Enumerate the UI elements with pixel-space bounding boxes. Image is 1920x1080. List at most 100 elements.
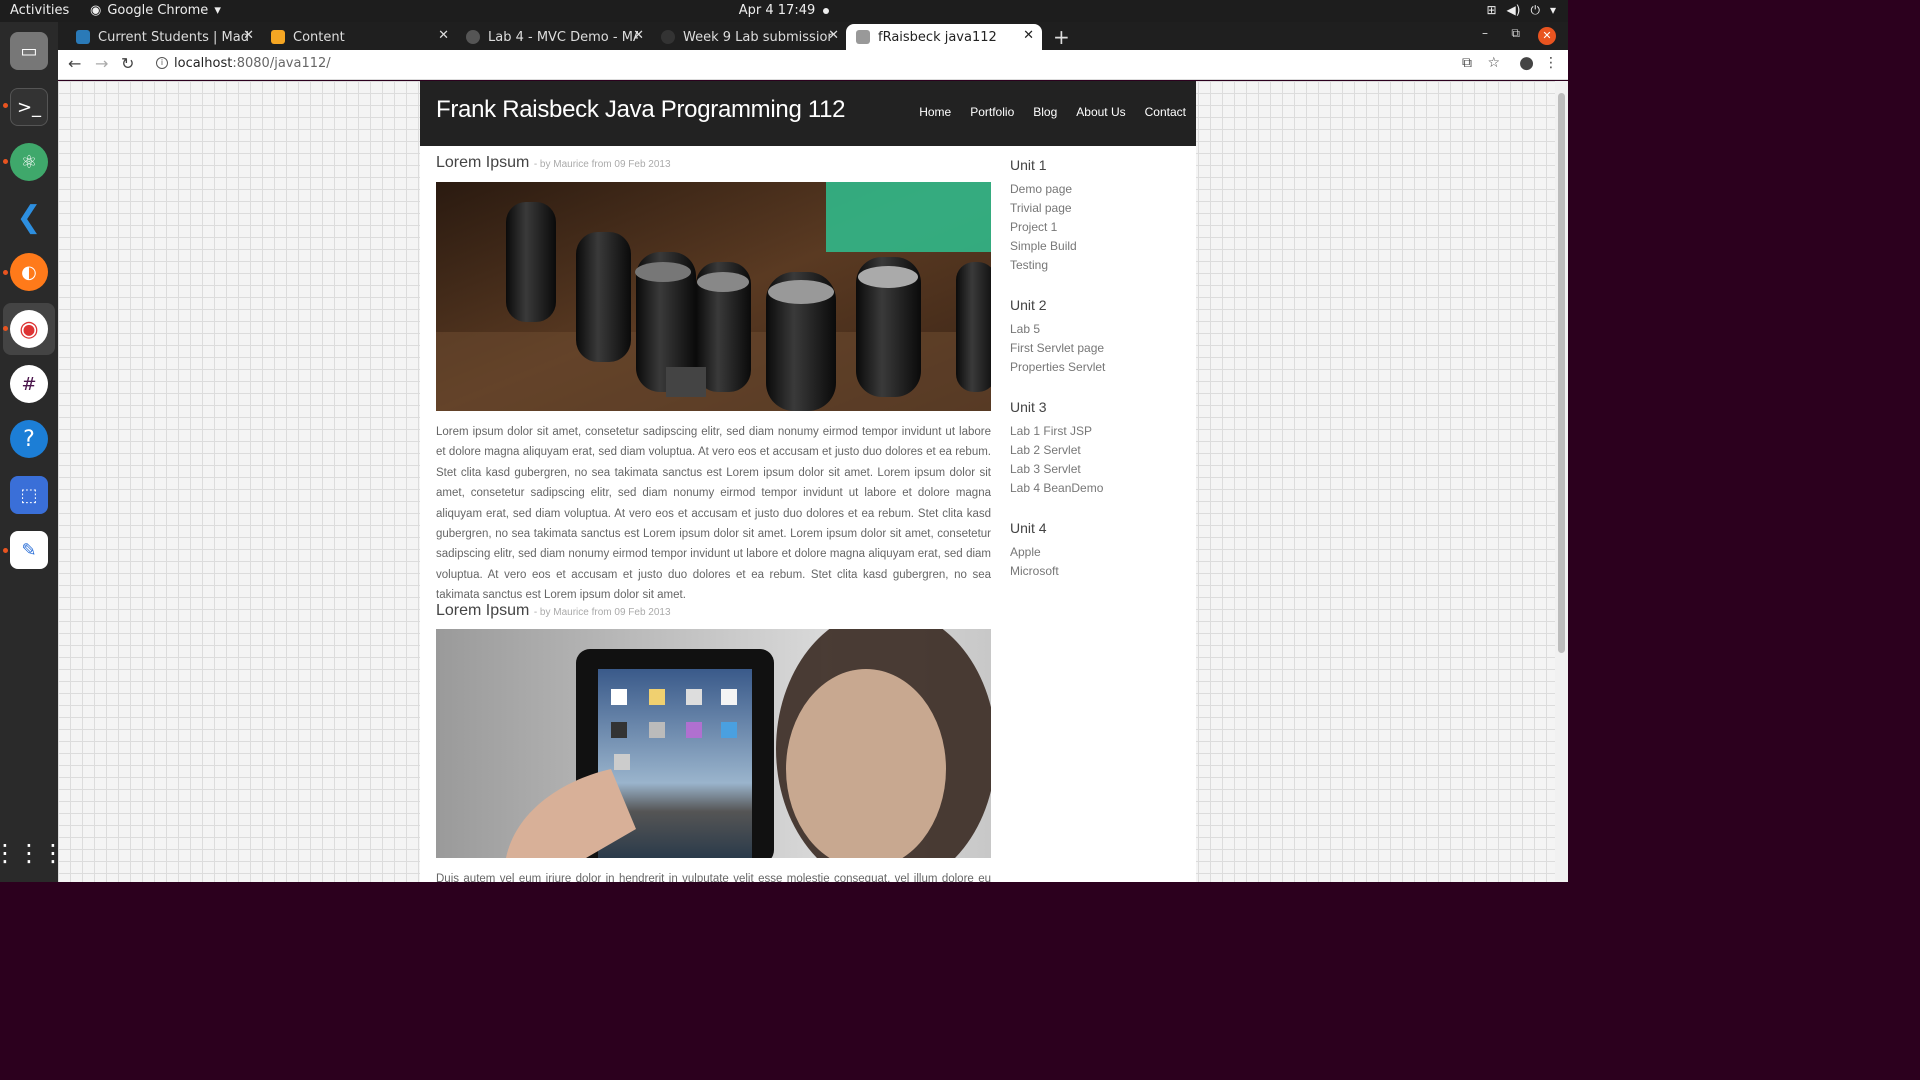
terminal-icon[interactable]: >_ xyxy=(10,88,48,126)
tab-favicon-icon xyxy=(271,30,285,44)
sidebar-link[interactable]: Lab 2 Servlet xyxy=(1010,443,1081,457)
post-title[interactable]: Lorem Ipsum - by Maurice from 09 Feb 201… xyxy=(436,154,671,172)
reload-button[interactable]: ↻ xyxy=(121,54,134,73)
nav-portfolio[interactable]: Portfolio xyxy=(970,105,1014,119)
menu-kebab-icon[interactable]: ⋮ xyxy=(1544,55,1558,71)
sidebar-heading: Unit 4 xyxy=(1010,520,1047,536)
sidebar-link[interactable]: Simple Build xyxy=(1010,239,1077,253)
circuit-board-image xyxy=(436,182,991,411)
tab-label: Lab 4 - MVC Demo - MATC xyxy=(488,29,638,45)
forward-button[interactable]: → xyxy=(95,54,108,73)
vscode-icon[interactable]: ❮ xyxy=(10,198,48,236)
tab-label: fRaisbeck java112 xyxy=(878,29,997,45)
sidebar-link[interactable]: Project 1 xyxy=(1010,220,1057,234)
tab-favicon-icon xyxy=(856,30,870,44)
close-icon[interactable]: ✕ xyxy=(1023,28,1034,43)
network-icon: ⊞ xyxy=(1486,3,1497,17)
tab-favicon-icon xyxy=(466,30,480,44)
tab-fraisbeck[interactable]: fRaisbeck java112 ✕ xyxy=(846,24,1042,50)
running-indicator xyxy=(3,103,8,108)
close-icon[interactable]: ✕ xyxy=(438,28,449,43)
nav-blog[interactable]: Blog xyxy=(1033,105,1057,119)
page-scrollbar[interactable] xyxy=(1555,81,1568,882)
close-icon[interactable]: ✕ xyxy=(633,28,644,43)
back-button[interactable]: ← xyxy=(68,54,81,73)
post-title-text: Lorem Ipsum xyxy=(436,154,530,171)
tab-content[interactable]: Content ✕ xyxy=(261,24,457,50)
tab-current-students[interactable]: Current Students | Madiso ✕ xyxy=(66,24,262,50)
tab-lab4[interactable]: Lab 4 - MVC Demo - MATC ✕ xyxy=(456,24,652,50)
help-icon[interactable]: ? xyxy=(10,420,48,458)
post-meta: - by Maurice from 09 Feb 2013 xyxy=(533,607,671,618)
tab-label: Current Students | Madiso xyxy=(98,29,248,45)
new-tab-button[interactable]: + xyxy=(1053,25,1070,49)
window-close-button[interactable]: ✕ xyxy=(1538,27,1556,45)
url-path: :8080/java112/ xyxy=(232,56,331,71)
chevron-down-icon: ▾ xyxy=(1549,3,1556,17)
running-indicator xyxy=(3,159,8,164)
sidebar-link[interactable]: Properties Servlet xyxy=(1010,360,1105,374)
tab-favicon-icon xyxy=(76,30,90,44)
power-icon: ⏻ xyxy=(1530,3,1540,17)
close-icon[interactable]: ✕ xyxy=(243,28,254,43)
scrollbar-thumb[interactable] xyxy=(1558,93,1565,653)
page-viewport: Frank Raisbeck Java Programming 112 Home… xyxy=(58,81,1555,882)
app-grid-icon[interactable]: ⋮⋮⋮ xyxy=(0,834,65,872)
sidebar-heading: Unit 1 xyxy=(1010,157,1047,173)
sidebar-link[interactable]: Lab 4 BeanDemo xyxy=(1010,481,1103,495)
text-editor-icon[interactable]: ✎ xyxy=(10,531,48,569)
nav-about-us[interactable]: About Us xyxy=(1076,105,1125,119)
system-top-bar: Activities ◉ Google Chrome ▾ Apr 4 17:49… xyxy=(0,0,1568,22)
minimize-button[interactable]: – xyxy=(1482,26,1488,40)
system-tray[interactable]: ⊞ ◀) ⏻ ▾ xyxy=(1486,3,1556,18)
nav-contact[interactable]: Contact xyxy=(1145,105,1186,119)
post-meta: - by Maurice from 09 Feb 2013 xyxy=(533,159,671,170)
slack-icon[interactable]: # xyxy=(10,365,48,403)
sidebar-link[interactable]: Apple xyxy=(1010,545,1041,559)
tab-favicon-icon xyxy=(661,30,675,44)
nav-home[interactable]: Home xyxy=(919,105,951,119)
restore-button[interactable]: ⧉ xyxy=(1511,26,1520,41)
bookmark-star-icon[interactable]: ☆ xyxy=(1487,55,1500,71)
tab-label: Content xyxy=(293,29,345,45)
info-icon[interactable]: i xyxy=(156,57,168,69)
sidebar-link[interactable]: Microsoft xyxy=(1010,564,1059,578)
volume-icon: ◀) xyxy=(1506,3,1521,17)
profile-avatar-icon[interactable]: ● xyxy=(1519,53,1534,73)
atom-icon[interactable]: ⚛ xyxy=(10,143,48,181)
sidebar-link[interactable]: Lab 5 xyxy=(1010,322,1040,336)
clock-label: Apr 4 17:49 xyxy=(738,3,816,18)
running-indicator xyxy=(3,548,8,553)
post-image-tablet xyxy=(436,629,991,858)
site-container: Frank Raisbeck Java Programming 112 Home… xyxy=(420,81,1196,882)
chrome-icon[interactable]: ◉ xyxy=(10,310,48,348)
sidebar-heading: Unit 2 xyxy=(1010,297,1047,313)
post-title[interactable]: Lorem Ipsum - by Maurice from 09 Feb 201… xyxy=(436,602,671,620)
site-header: Frank Raisbeck Java Programming 112 Home… xyxy=(420,81,1196,146)
tab-strip: Current Students | Madiso ✕ Content ✕ La… xyxy=(58,22,1568,50)
sidebar-link[interactable]: Lab 1 First JSP xyxy=(1010,424,1092,438)
running-indicator xyxy=(3,326,8,331)
notification-dot-icon xyxy=(823,7,830,14)
dock: ▭ >_ ⚛ ❮ ◐ ◉ # ? ⬚ ✎ ⋮⋮⋮ xyxy=(0,22,65,882)
post-body: Duis autem vel eum iriure dolor in hendr… xyxy=(436,873,991,882)
sidebar-link[interactable]: Lab 3 Servlet xyxy=(1010,462,1081,476)
sidebar-link[interactable]: First Servlet page xyxy=(1010,341,1104,355)
post-image-circuit-board xyxy=(436,182,991,411)
sidebar-link[interactable]: Trivial page xyxy=(1010,201,1072,215)
close-icon[interactable]: ✕ xyxy=(828,28,839,43)
firefox-icon[interactable]: ◐ xyxy=(10,253,48,291)
site-title[interactable]: Frank Raisbeck Java Programming 112 xyxy=(436,96,846,124)
sidebar-heading: Unit 3 xyxy=(1010,399,1047,415)
tablet-photo-image xyxy=(436,629,991,858)
address-bar[interactable]: localhost:8080/java112/ xyxy=(174,56,331,71)
translate-icon[interactable]: ⧉ xyxy=(1462,55,1472,71)
files-icon[interactable]: ▭ xyxy=(10,32,48,70)
sidebar-link[interactable]: Testing xyxy=(1010,258,1048,272)
screenshot-icon[interactable]: ⬚ xyxy=(10,476,48,514)
tab-week9[interactable]: Week 9 Lab submission re ✕ xyxy=(651,24,847,50)
site-nav: Home Portfolio Blog About Us Contact xyxy=(919,105,1186,119)
clock[interactable]: Apr 4 17:49 xyxy=(0,3,1568,18)
browser-toolbar: ← → ↻ i localhost:8080/java112/ ⧉ ☆ ● ⋮ xyxy=(58,50,1568,80)
sidebar-link[interactable]: Demo page xyxy=(1010,182,1072,196)
